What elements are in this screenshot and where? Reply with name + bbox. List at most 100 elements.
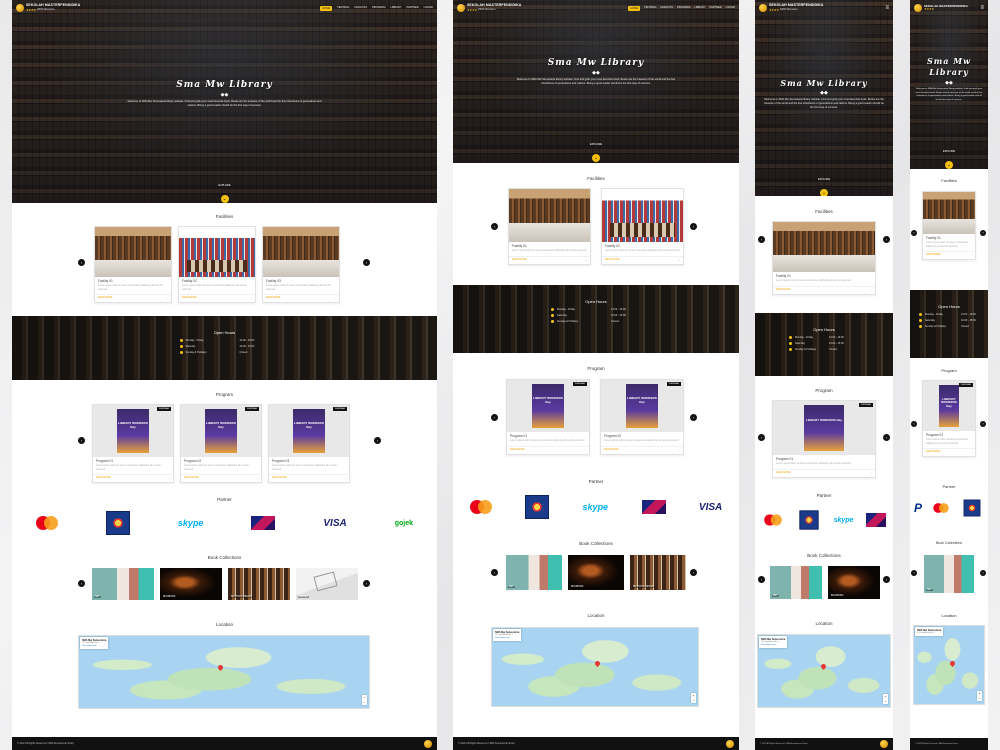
carousel-next-icon[interactable]: ›: [980, 570, 986, 576]
carousel-next-icon[interactable]: ›: [980, 421, 986, 427]
carousel-next-icon[interactable]: ›: [690, 414, 697, 421]
view-larger-map-link[interactable]: View larger map: [82, 645, 106, 647]
map-zoom-control[interactable]: + −: [362, 695, 367, 705]
school-logo-icon[interactable]: [963, 499, 981, 517]
read-more-link[interactable]: READ MORE: [182, 296, 196, 300]
collection-item[interactable]: BUDDHISM: [160, 568, 222, 600]
visa-logo-icon[interactable]: VISA: [323, 518, 346, 529]
explore-button[interactable]: EXPLORE ⌄: [12, 184, 437, 203]
carousel-prev-icon[interactable]: ‹: [491, 569, 498, 576]
read-more-link[interactable]: READ MORE: [266, 296, 280, 300]
facility-card[interactable]: Facility 01 Lorem ipsum dolor sit amet c…: [922, 191, 976, 261]
read-more-link[interactable]: READ MORE: [98, 296, 112, 300]
nav-item-program[interactable]: PROGRAM: [677, 6, 690, 11]
carousel-prev-icon[interactable]: ‹: [78, 580, 85, 587]
read-more-link[interactable]: READ MORE: [184, 476, 198, 480]
carousel-prev-icon[interactable]: ‹: [78, 259, 85, 266]
school-logo-icon[interactable]: [105, 511, 130, 535]
facility-card[interactable]: Facility 01 Lorem ipsum dolor sit amet c…: [772, 221, 876, 295]
location-map[interactable]: SMA Mw Semesteria Jl. Pendidikan No. 1 V…: [757, 634, 891, 708]
program-card[interactable]: LIBRARY WORKERS Day WEBINAR Program 01 L…: [92, 404, 174, 484]
school-logo-icon[interactable]: [798, 510, 819, 530]
nav-item-library[interactable]: LIBRARY: [390, 6, 401, 11]
location-map[interactable]: SMA Mw Semesteria Jl. Pendidikan No. 1 +…: [913, 625, 985, 705]
nav-item-home[interactable]: HOME: [320, 5, 333, 11]
location-map[interactable]: SMA Mw Semesteria Jl. Pendidikan No. 1 V…: [78, 635, 370, 709]
nav-item-lokasi[interactable]: LOKASI: [726, 6, 735, 11]
carousel-prev-icon[interactable]: ‹: [758, 576, 765, 583]
skype-logo-icon[interactable]: skype: [834, 517, 854, 524]
collection-item[interactable]: ART: [92, 568, 154, 600]
carousel-prev-icon[interactable]: ‹: [758, 236, 765, 243]
map-pin-icon[interactable]: [949, 660, 957, 668]
nav-item-partner[interactable]: PARTNER: [709, 6, 721, 11]
map-pin-icon[interactable]: [593, 659, 602, 667]
carousel-prev-icon[interactable]: ‹: [491, 223, 498, 230]
nav-item-program[interactable]: PROGRAM: [372, 6, 385, 11]
program-card[interactable]: LIBRARY WORKERS Day WEBINAR Program 01 L…: [772, 400, 876, 478]
map-zoom-control[interactable]: + −: [691, 693, 696, 703]
partner-banner-icon[interactable]: [641, 500, 666, 514]
visa-logo-icon[interactable]: VISA: [699, 502, 722, 513]
nav-item-home[interactable]: HOME: [628, 5, 641, 11]
carousel-prev-icon[interactable]: ‹: [78, 437, 85, 444]
carousel-next-icon[interactable]: ›: [883, 576, 890, 583]
read-more-link[interactable]: READ MORE: [96, 476, 110, 480]
partner-banner-icon[interactable]: [866, 513, 887, 527]
explore-button[interactable]: EXPLORE ⌄: [910, 150, 988, 169]
mastercard-logo-icon[interactable]: [469, 500, 492, 514]
read-more-link[interactable]: READ MORE: [272, 476, 286, 480]
collection-item[interactable]: ART: [924, 555, 974, 593]
facility-card[interactable]: Facility 03 Lorem ipsum dolor sit amet c…: [262, 226, 340, 304]
explore-button[interactable]: EXPLORE ⌄: [453, 143, 739, 163]
nav-item-fasilitas[interactable]: FASILITAS: [354, 6, 367, 11]
nav-item-partner[interactable]: PARTNER: [406, 6, 418, 11]
facility-card[interactable]: Facility 01 Lorem ipsum dolor sit amet c…: [94, 226, 172, 304]
program-card[interactable]: LIBRARY WORKERS Day WEBINAR Program 02 L…: [180, 404, 262, 484]
facility-card[interactable]: Facility 02 Lorem ipsum dolor sit amet c…: [178, 226, 256, 304]
carousel-prev-icon[interactable]: ‹: [911, 570, 917, 576]
map-pin-icon[interactable]: [820, 662, 828, 670]
carousel-next-icon[interactable]: ›: [980, 230, 986, 236]
location-map[interactable]: SMA Mw Semesteria Jl. Pendidikan No. 1 V…: [491, 627, 699, 707]
program-card[interactable]: LIBRARY WORKERS Day WEBINAR Program 01 L…: [922, 380, 976, 458]
program-card[interactable]: LIBRARY WORKERS Day WEBINAR Program 03 L…: [268, 404, 350, 484]
collection-item[interactable]: BUTTON & DESIGN: [228, 568, 290, 600]
skype-logo-icon[interactable]: skype: [583, 502, 609, 512]
brand[interactable]: SEKOLAH MASTERPENDIDIKA ★★★★ DIDIK Bersam…: [457, 4, 521, 12]
carousel-next-icon[interactable]: ›: [690, 223, 697, 230]
facility-card[interactable]: Facility 02 Lorem ipsum dolor sit amet c…: [601, 188, 684, 265]
carousel-next-icon[interactable]: ›: [363, 259, 370, 266]
hamburger-menu-icon[interactable]: ≡: [980, 5, 984, 11]
explore-button[interactable]: EXPLORE ⌄: [755, 178, 893, 196]
carousel-next-icon[interactable]: ›: [690, 569, 697, 576]
paypal-logo-icon[interactable]: P: [914, 501, 922, 515]
program-card[interactable]: LIBRARY WORKERS Day WEBINAR Program 02 L…: [600, 379, 684, 455]
carousel-prev-icon[interactable]: ‹: [758, 434, 765, 441]
gojek-logo-icon[interactable]: gojek: [395, 520, 413, 527]
hamburger-menu-icon[interactable]: ≡: [885, 5, 889, 11]
carousel-prev-icon[interactable]: ‹: [911, 421, 917, 427]
facility-card[interactable]: Facility 01 Lorem ipsum dolor sit amet c…: [508, 188, 591, 265]
school-logo-icon[interactable]: [525, 495, 550, 519]
carousel-next-icon[interactable]: ›: [883, 434, 890, 441]
carousel-next-icon[interactable]: ›: [883, 236, 890, 243]
nav-item-tentang[interactable]: TENTANG: [644, 6, 656, 11]
carousel-prev-icon[interactable]: ‹: [491, 414, 498, 421]
nav-item-fasilitas[interactable]: FASILITAS: [660, 6, 673, 11]
carousel-prev-icon[interactable]: ‹: [911, 230, 917, 236]
skype-logo-icon[interactable]: skype: [178, 518, 204, 528]
mastercard-logo-icon[interactable]: [933, 503, 949, 513]
map-pin-icon[interactable]: [217, 663, 225, 671]
mastercard-logo-icon[interactable]: [35, 516, 58, 530]
carousel-next-icon[interactable]: ›: [374, 437, 381, 444]
program-card[interactable]: LIBRARY WORKERS Day WEBINAR Program 01 L…: [506, 379, 590, 455]
carousel-next-icon[interactable]: ›: [363, 580, 370, 587]
nav-item-library[interactable]: LIBRARY: [694, 6, 705, 11]
collection-item[interactable]: DESIGN: [296, 568, 358, 600]
mastercard-logo-icon[interactable]: [763, 514, 782, 526]
nav-item-lokasi[interactable]: LOKASI: [424, 6, 433, 11]
partner-banner-icon[interactable]: [251, 516, 276, 530]
nav-item-tentang[interactable]: TENTANG: [337, 6, 349, 11]
brand[interactable]: SEKOLAH MASTERPENDIDIKA ★★★★ DIDIK Bersam…: [16, 4, 80, 12]
